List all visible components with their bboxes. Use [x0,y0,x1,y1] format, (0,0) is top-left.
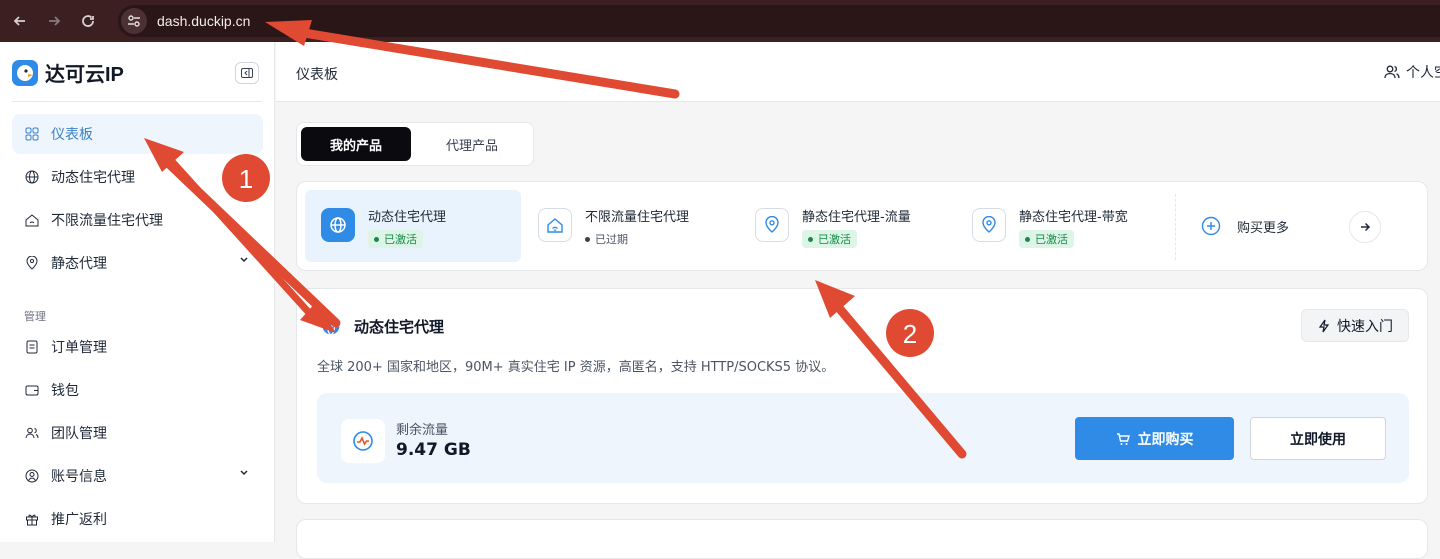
sidebar-item-label: 团队管理 [51,426,107,442]
divider [1175,194,1176,260]
status-badge: 已激活 [802,230,857,248]
back-arrow-icon[interactable] [6,7,34,35]
product-card-static-residential-bandwidth[interactable]: 静态住宅代理-带宽 已激活 [956,190,1172,262]
use-now-button[interactable]: 立即使用 [1250,417,1386,460]
location-pin-icon [23,254,41,272]
sidebar-item-label: 仪表板 [51,127,93,143]
detail-description: 全球 200+ 国家和地区，90M+ 真实住宅 IP 资源，高匿名，支持 HTT… [317,360,835,375]
duck-logo-icon [12,59,38,86]
sidebar-divider [12,101,262,102]
brand[interactable]: 达可云IP [11,58,124,87]
user-circle-icon [23,467,41,485]
product-name: 不限流量住宅代理 [585,210,690,225]
site-settings-icon[interactable] [121,8,147,34]
product-name: 动态住宅代理 [368,210,447,225]
url-text[interactable]: dash.duckip.cn [157,13,250,29]
products-strip: 动态住宅代理 已激活 不限流量住宅代理 已过期 静态住宅代理-流量 已激活 静态… [296,181,1428,271]
sidebar-item-label: 推广返利 [51,512,107,528]
sidebar-item-label: 订单管理 [51,340,107,356]
product-tabs: 我的产品 代理产品 [296,122,534,166]
tab-my-products[interactable]: 我的产品 [301,127,411,161]
cart-icon [1116,432,1130,445]
lightning-icon [1318,319,1330,332]
sidebar-item-dashboard[interactable]: 仪表板 [12,114,263,154]
browser-toolbar: dash.duckip.cn [0,0,1440,42]
next-arrow-icon[interactable] [1349,211,1381,243]
sidebar-item-referral[interactable]: 推广返利 [12,499,263,539]
location-pin-icon [972,208,1006,242]
globe-icon [322,316,340,336]
sidebar: 达可云IP 仪表板 动态住宅代理 不限流量住宅代理 静态代理 管理 订单管理 钱… [0,42,275,542]
product-card-dynamic-residential[interactable]: 动态住宅代理 已激活 [305,190,521,262]
forward-arrow-icon[interactable] [40,7,68,35]
gift-icon [23,510,41,528]
profile-menu[interactable]: 个人空 [1384,62,1440,82]
buy-now-button[interactable]: 立即购买 [1075,417,1234,460]
sidebar-item-account[interactable]: 账号信息 [12,456,263,496]
home-wifi-icon [23,211,41,229]
home-wifi-icon [538,208,572,242]
sidebar-item-team[interactable]: 团队管理 [12,413,263,453]
remaining-traffic-label: 剩余流量 [396,423,449,438]
reload-icon[interactable] [74,7,102,35]
next-card [296,519,1428,559]
plus-circle-icon [1201,216,1221,236]
sidebar-item-label: 账号信息 [51,469,107,485]
product-card-unlimited-residential[interactable]: 不限流量住宅代理 已过期 [522,190,738,262]
remaining-traffic-value: 9.47 GB [396,440,471,460]
user-icon [1384,65,1400,79]
sidebar-item-orders[interactable]: 订单管理 [12,327,263,367]
sidebar-section-label: 管理 [24,310,46,323]
quick-start-button[interactable]: 快速入门 [1301,309,1409,342]
location-pin-icon [755,208,789,242]
globe-icon [23,168,41,186]
product-name: 静态住宅代理-带宽 [1019,210,1128,225]
profile-label: 个人空 [1406,65,1440,81]
buy-more-label: 购买更多 [1237,220,1290,236]
wallet-icon [23,381,41,399]
users-icon [23,424,41,442]
sidebar-item-label: 钱包 [51,383,79,399]
dashboard-grid-icon [23,125,41,143]
sidebar-item-wallet[interactable]: 钱包 [12,370,263,410]
page-header: 仪表板 个人空 [276,42,1440,102]
buy-more-link[interactable]: 购买更多 [1201,216,1289,236]
product-name: 静态住宅代理-流量 [802,210,911,225]
status-badge: 已激活 [1019,230,1074,248]
product-card-static-residential-traffic[interactable]: 静态住宅代理-流量 已激活 [739,190,955,262]
brand-name: 达可云IP [45,64,124,86]
sidebar-item-unlimited-residential[interactable]: 不限流量住宅代理 [12,200,263,240]
status-badge: 已过期 [585,230,634,248]
breadcrumb: 仪表板 [296,67,338,83]
tab-proxy-products[interactable]: 代理产品 [415,127,529,161]
sidebar-item-dynamic-residential[interactable]: 动态住宅代理 [12,157,263,197]
status-badge: 已激活 [368,230,423,248]
address-bar[interactable]: dash.duckip.cn [118,5,1440,37]
sidebar-item-label: 不限流量住宅代理 [51,213,163,229]
traffic-panel: 剩余流量 9.47 GB 立即购买 立即使用 [317,393,1409,483]
order-list-icon [23,338,41,356]
globe-icon [321,208,355,242]
traffic-activity-icon [341,419,385,463]
sidebar-item-label: 静态代理 [51,256,107,272]
chevron-down-icon [240,470,248,476]
detail-title: 动态住宅代理 [354,318,445,336]
collapse-sidebar-icon[interactable] [235,62,259,84]
sidebar-item-static-proxy[interactable]: 静态代理 [12,243,263,283]
product-detail-card: 动态住宅代理 快速入门 全球 200+ 国家和地区，90M+ 真实住宅 IP 资… [296,288,1428,504]
chevron-down-icon [240,257,248,263]
sidebar-item-label: 动态住宅代理 [51,170,135,186]
